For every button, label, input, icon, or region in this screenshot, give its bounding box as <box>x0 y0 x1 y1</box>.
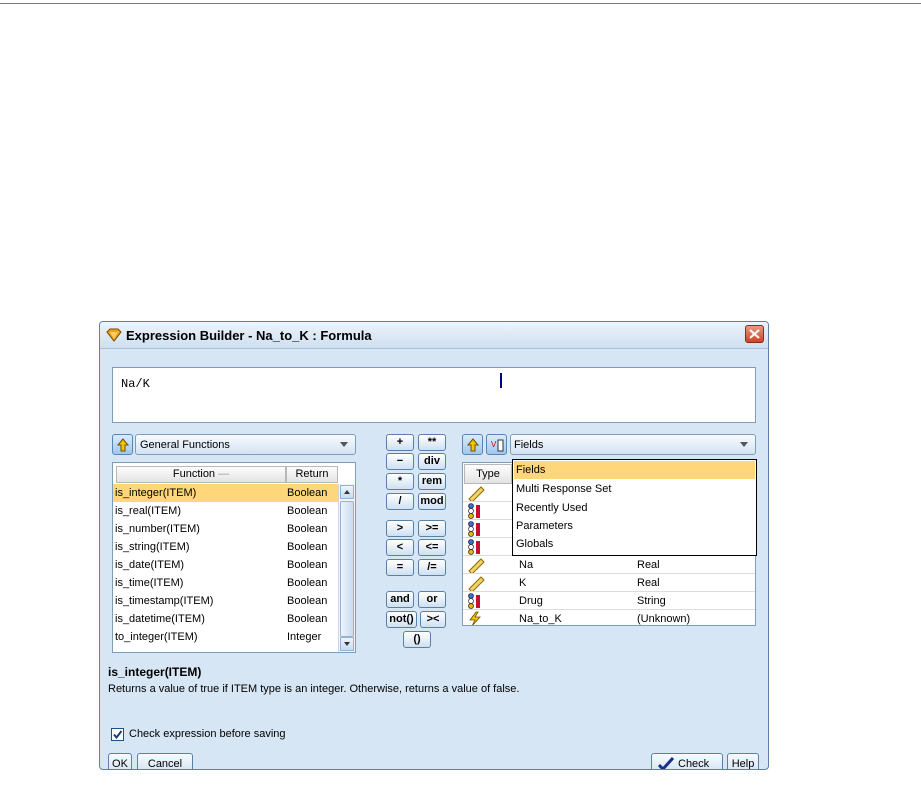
operator-button-greater[interactable]: > <box>386 520 414 537</box>
scroll-down-button[interactable] <box>340 637 354 651</box>
operator-button-div[interactable]: div <box>418 453 446 470</box>
operator-button-minus[interactable]: − <box>386 453 414 470</box>
field-source-dropdown: Fields Multi Response Set Recently Used … <box>512 459 757 556</box>
field-row[interactable]: Drug String <box>463 592 755 610</box>
operator-button-mod[interactable]: mod <box>418 493 446 510</box>
select-from-list-button[interactable]: V <box>486 434 507 455</box>
sort-icon: — <box>218 468 230 480</box>
nominal-field-icon <box>468 503 480 519</box>
column-header-return[interactable]: Return <box>286 466 338 483</box>
help-button[interactable]: Help <box>727 753 759 769</box>
column-header-function[interactable]: Function — <box>116 466 286 483</box>
dropdown-option[interactable]: Multi Response Set <box>514 480 755 498</box>
operator-button-and[interactable]: and <box>386 591 414 608</box>
insert-arrow-icon <box>467 438 479 452</box>
function-row[interactable]: is_string(ITEM) Boolean <box>113 538 339 556</box>
title-bar[interactable]: Expression Builder - Na_to_K : Formula <box>100 322 768 349</box>
field-row[interactable]: Na Real <box>463 556 755 574</box>
field-row[interactable]: Na_to_K (Unknown) <box>463 610 755 625</box>
nominal-field-icon <box>468 593 480 609</box>
chevron-down-icon <box>340 442 348 447</box>
insert-function-button[interactable] <box>112 434 133 455</box>
nominal-field-icon <box>468 521 480 537</box>
text-cursor <box>500 373 502 388</box>
checkmark-icon <box>113 730 123 740</box>
operator-button-less[interactable]: < <box>386 539 414 556</box>
app-gem-icon <box>106 328 122 342</box>
function-row[interactable]: is_integer(ITEM) Boolean <box>113 484 339 502</box>
top-divider <box>0 3 921 4</box>
insert-arrow-icon <box>117 438 129 452</box>
column-header-type[interactable]: Type <box>464 464 512 484</box>
nominal-field-icon <box>468 539 480 555</box>
operator-button-multiply[interactable]: * <box>386 473 414 490</box>
function-list-scrollbar[interactable] <box>338 484 355 652</box>
function-row[interactable]: is_time(ITEM) Boolean <box>113 574 339 592</box>
check-expression-checkbox[interactable] <box>111 728 124 741</box>
operator-button-less-equal[interactable]: <= <box>418 539 446 556</box>
field-picker-icon: V <box>491 439 504 452</box>
function-description-title: is_integer(ITEM) <box>108 665 202 679</box>
field-row[interactable]: K Real <box>463 574 755 592</box>
svg-text:V: V <box>491 440 497 449</box>
check-expression-label[interactable]: Check expression before saving <box>129 728 286 740</box>
continuous-ruler-icon <box>468 486 485 501</box>
checkmark-icon <box>658 757 674 769</box>
operator-button-divide[interactable]: / <box>386 493 414 510</box>
derived-field-icon <box>469 611 481 625</box>
operator-button-rem[interactable]: rem <box>418 473 446 490</box>
operator-button-power[interactable]: ** <box>418 434 446 451</box>
operator-button-equal[interactable]: = <box>386 559 414 576</box>
operator-button-between[interactable]: >< <box>420 611 446 628</box>
expression-editor[interactable]: Na/K <box>112 367 756 423</box>
dialog-title: Expression Builder - Na_to_K : Formula <box>126 328 372 343</box>
check-button[interactable]: Check <box>651 753 723 769</box>
close-icon <box>749 329 760 339</box>
function-description-text: Returns a value of true if ITEM type is … <box>108 683 520 695</box>
function-category-select[interactable]: General Functions <box>135 434 356 455</box>
scroll-up-icon <box>344 490 350 494</box>
cancel-button[interactable]: Cancel <box>137 753 193 769</box>
function-row[interactable]: is_number(ITEM) Boolean <box>113 520 339 538</box>
dropdown-option[interactable]: Recently Used <box>514 499 755 517</box>
function-row[interactable]: is_timestamp(ITEM) Boolean <box>113 592 339 610</box>
operator-button-not-equal[interactable]: /= <box>418 559 446 576</box>
expression-text: Na/K <box>121 377 150 391</box>
function-row[interactable]: is_datetime(ITEM) Boolean <box>113 610 339 628</box>
operator-button-or[interactable]: or <box>418 591 446 608</box>
chevron-down-icon <box>740 442 748 447</box>
ok-button[interactable]: OK <box>108 753 132 769</box>
function-row[interactable]: is_real(ITEM) Boolean <box>113 502 339 520</box>
continuous-ruler-icon <box>468 558 485 573</box>
continuous-ruler-icon <box>468 576 485 591</box>
dropdown-option[interactable]: Globals <box>514 535 755 553</box>
field-source-select[interactable]: Fields <box>510 434 756 455</box>
expression-builder-dialog: Expression Builder - Na_to_K : Formula N… <box>99 321 769 770</box>
insert-field-button[interactable] <box>462 434 483 455</box>
operator-button-greater-equal[interactable]: >= <box>418 520 446 537</box>
function-row[interactable]: is_date(ITEM) Boolean <box>113 556 339 574</box>
dropdown-option[interactable]: Fields <box>514 461 755 479</box>
function-list: Function — Return is_integer(ITEM) Boole… <box>112 462 356 653</box>
function-row[interactable]: to_integer(ITEM) Integer <box>113 628 339 646</box>
operator-button-parentheses[interactable]: () <box>403 631 431 648</box>
operator-button-not[interactable]: not() <box>386 611 417 628</box>
scroll-down-icon <box>344 642 350 646</box>
dropdown-option[interactable]: Parameters <box>514 517 755 535</box>
operator-button-plus[interactable]: + <box>386 434 414 451</box>
scroll-up-button[interactable] <box>340 485 354 499</box>
close-button[interactable] <box>745 325 764 343</box>
scroll-thumb[interactable] <box>340 501 354 637</box>
